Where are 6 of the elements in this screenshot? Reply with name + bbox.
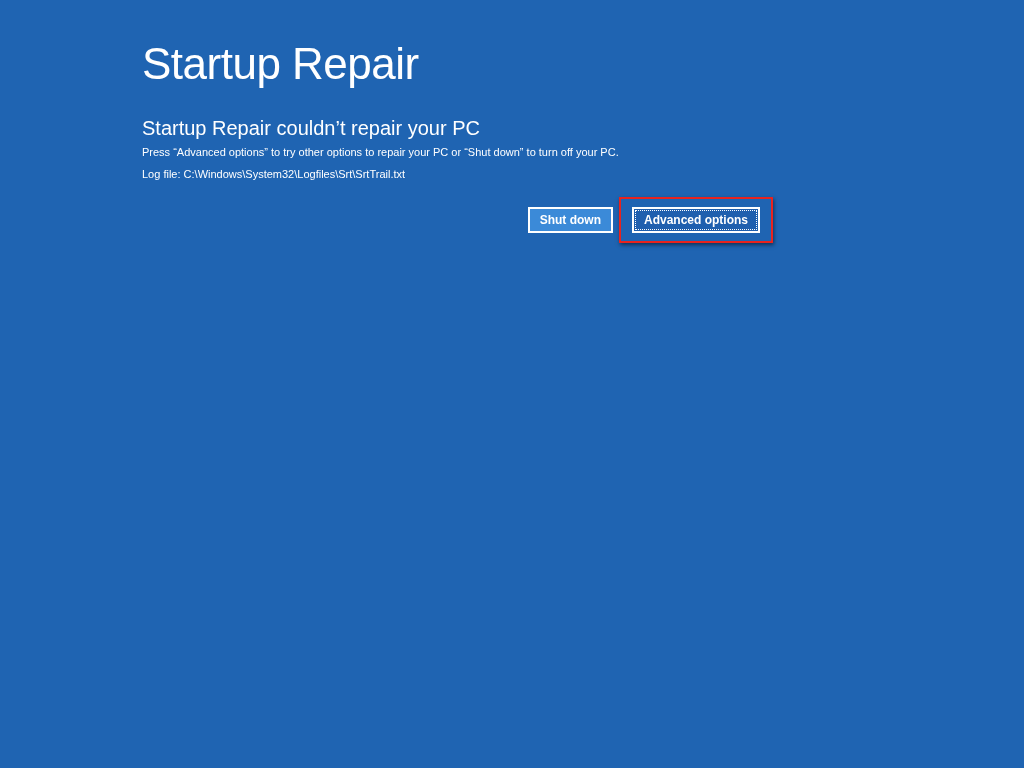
instruction-text: Press “Advanced options” to try other options to repair your PC or “Shut down” to turn off your PC.: [142, 146, 620, 159]
shut-down-button[interactable]: Shut down: [527, 207, 613, 233]
advanced-options-button[interactable]: Advanced options: [632, 207, 760, 233]
page-title: Startup Repair: [142, 38, 420, 90]
log-file-path: Log file: C:\Windows\System32\Logfiles\Srt\SrtTrail.txt: [142, 168, 407, 181]
error-heading: Startup Repair couldn’t repair your PC: [142, 116, 481, 140]
